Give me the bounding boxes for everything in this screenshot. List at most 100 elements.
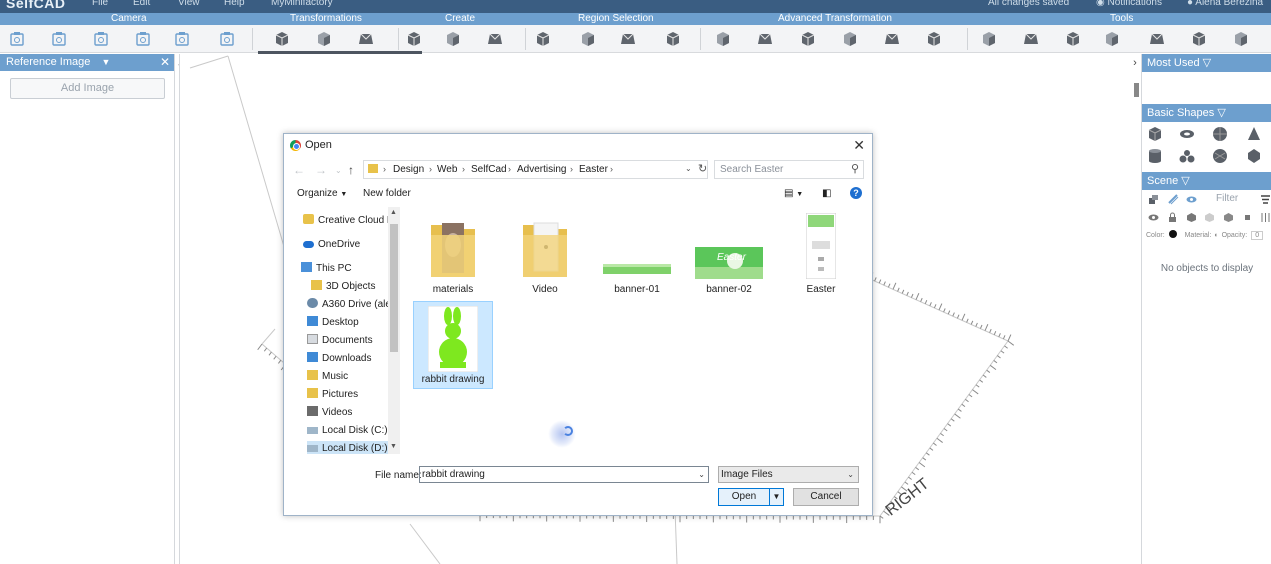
new-folder-button[interactable]: New folder (363, 188, 411, 199)
sphere-tool-icon[interactable] (1104, 31, 1120, 47)
material-icon[interactable]: ◐ (1214, 232, 1218, 239)
columns-icon[interactable] (1260, 212, 1271, 223)
preview-pane-icon[interactable]: ◧ (822, 188, 831, 199)
chevron-down-icon[interactable]: ⌄ (685, 164, 692, 173)
file-item-video[interactable]: Video (505, 211, 585, 299)
group-icon[interactable] (1148, 194, 1159, 205)
file-item-rabbit-drawing[interactable]: rabbit drawing (413, 301, 493, 389)
eye-icon[interactable] (1186, 194, 1197, 205)
chevron-down-icon[interactable]: ⌄ (698, 467, 705, 482)
wireframe-icon[interactable] (1204, 212, 1215, 223)
select-vertex-icon[interactable] (665, 31, 681, 47)
notifications-link[interactable]: ◉ Notifications (1096, 0, 1162, 8)
nav-item-a360-drive[interactable]: A360 Drive (alena (307, 297, 400, 313)
breadcrumb-advertising[interactable]: Advertising (517, 164, 566, 175)
extrude-icon[interactable] (715, 31, 731, 47)
select-region-icon[interactable] (535, 31, 551, 47)
nav-item-local-disk-c[interactable]: Local Disk (C:) (307, 423, 388, 439)
back-arrow-icon[interactable]: ← (293, 163, 305, 177)
close-icon[interactable]: ✕ (160, 54, 170, 71)
taper-icon[interactable] (800, 31, 816, 47)
menu-help[interactable]: Help (224, 0, 245, 8)
nav-item-documents[interactable]: Documents (307, 333, 373, 349)
dialog-close-button[interactable]: ✕ (853, 137, 865, 154)
add-image-button[interactable]: Add Image (10, 78, 165, 99)
cone-shape-icon[interactable] (1246, 126, 1262, 142)
sphere-shape-icon[interactable] (1212, 126, 1228, 142)
recent-locations-icon[interactable]: ⌄ (335, 166, 342, 175)
rotate-icon[interactable] (358, 31, 374, 47)
sort-icon[interactable] (1260, 194, 1271, 205)
scale-icon[interactable] (316, 31, 332, 47)
breadcrumb-easter[interactable]: Easter (579, 164, 608, 175)
scene-filter-input[interactable]: Filter (1216, 193, 1256, 207)
refresh-icon[interactable]: ↻ (698, 162, 707, 175)
opacity-input[interactable]: 0 (1251, 231, 1264, 240)
select-face-icon[interactable] (580, 31, 596, 47)
menu-myminifactory[interactable]: MyMinifactory (271, 0, 333, 8)
nav-item-pictures[interactable]: Pictures (307, 387, 358, 403)
dialog-titlebar[interactable]: Open ✕ (284, 134, 872, 157)
mirror-icon[interactable] (1065, 31, 1081, 47)
filter-icon[interactable]: ▽ (1181, 175, 1189, 187)
file-type-select[interactable]: Image Files ⌄ (718, 466, 859, 483)
pyramid-shape-icon[interactable] (1179, 148, 1195, 164)
menu-file[interactable]: File (92, 0, 108, 8)
search-input[interactable]: Search Easter ⚲ (714, 160, 864, 179)
filter-icon[interactable]: ▽ (1217, 107, 1225, 119)
scene-header[interactable]: Scene ▽ (1142, 172, 1271, 190)
nav-item-music[interactable]: Music (307, 369, 348, 385)
sculpt-icon[interactable] (1233, 31, 1249, 47)
camera-reset-icon[interactable] (135, 31, 151, 47)
app-logo[interactable]: SelfCAD (6, 0, 66, 11)
nav-item-videos[interactable]: Videos (307, 405, 352, 421)
cylinder-tool-icon[interactable] (445, 31, 461, 47)
bend-icon[interactable] (884, 31, 900, 47)
file-item-materials[interactable]: materials (413, 211, 493, 299)
cancel-button[interactable]: Cancel (793, 488, 859, 506)
view-options-icon[interactable]: ▤ ▼ (784, 188, 803, 199)
breadcrumb[interactable]: › Design › Web › SelfCad › Advertising ›… (363, 160, 708, 179)
visibility-toggle-icon[interactable] (1168, 194, 1179, 205)
shape-tool-icon[interactable] (487, 31, 503, 47)
twist-icon[interactable] (842, 31, 858, 47)
camera-rotate-icon[interactable] (93, 31, 109, 47)
eye-icon[interactable] (1148, 212, 1159, 223)
nav-item-downloads[interactable]: Downloads (307, 351, 371, 367)
filter-icon[interactable]: ▽ (1203, 57, 1211, 69)
lock-icon[interactable] (1167, 212, 1178, 223)
open-button[interactable]: Open ▼ (718, 488, 784, 506)
boolean-icon[interactable] (981, 31, 997, 47)
menu-view[interactable]: View (178, 0, 200, 8)
forward-arrow-icon[interactable]: → (315, 163, 327, 177)
camera-view-icon[interactable] (174, 31, 190, 47)
solid-icon[interactable] (1186, 212, 1197, 223)
icosphere-shape-icon[interactable] (1212, 148, 1228, 164)
nav-item-desktop[interactable]: Desktop (307, 315, 359, 331)
cube-tool-icon[interactable] (1191, 31, 1207, 47)
breadcrumb-selfcad[interactable]: SelfCad (471, 164, 507, 175)
nav-item-local-disk-d[interactable]: Local Disk (D:) (307, 441, 394, 454)
nav-item-onedrive[interactable]: OneDrive (303, 237, 360, 253)
viewport-scrollbar[interactable] (1134, 83, 1139, 97)
user-menu[interactable]: ● Alena Berezina (1187, 0, 1263, 8)
reference-image-header[interactable]: Reference Image ▼ ✕ (0, 54, 174, 71)
copy-icon[interactable] (1223, 212, 1234, 223)
organize-menu[interactable]: Organize ▼ (297, 188, 347, 199)
file-item-banner-02[interactable]: Easter banner-02 (689, 211, 769, 299)
cube-shape-icon[interactable] (1147, 126, 1163, 142)
basic-shapes-header[interactable]: Basic Shapes ▽ (1142, 104, 1271, 122)
navigation-scrollbar[interactable]: ▲ ▼ (388, 207, 400, 454)
help-icon[interactable]: ? (850, 187, 862, 199)
nav-item-3d-objects[interactable]: 3D Objects (311, 279, 375, 295)
most-used-header[interactable]: Most Used ▽ (1142, 54, 1271, 72)
file-item-easter[interactable]: Easter (781, 211, 861, 299)
breadcrumb-web[interactable]: Web (437, 164, 457, 175)
move-icon[interactable] (274, 31, 290, 47)
file-item-banner-01[interactable]: banner-01 (597, 211, 677, 299)
up-arrow-icon[interactable]: ↑ (348, 163, 354, 177)
subdivide-icon[interactable] (1149, 31, 1165, 47)
bevel-icon[interactable] (757, 31, 773, 47)
torus-shape-icon[interactable] (1179, 126, 1195, 142)
cut-icon[interactable] (1023, 31, 1039, 47)
